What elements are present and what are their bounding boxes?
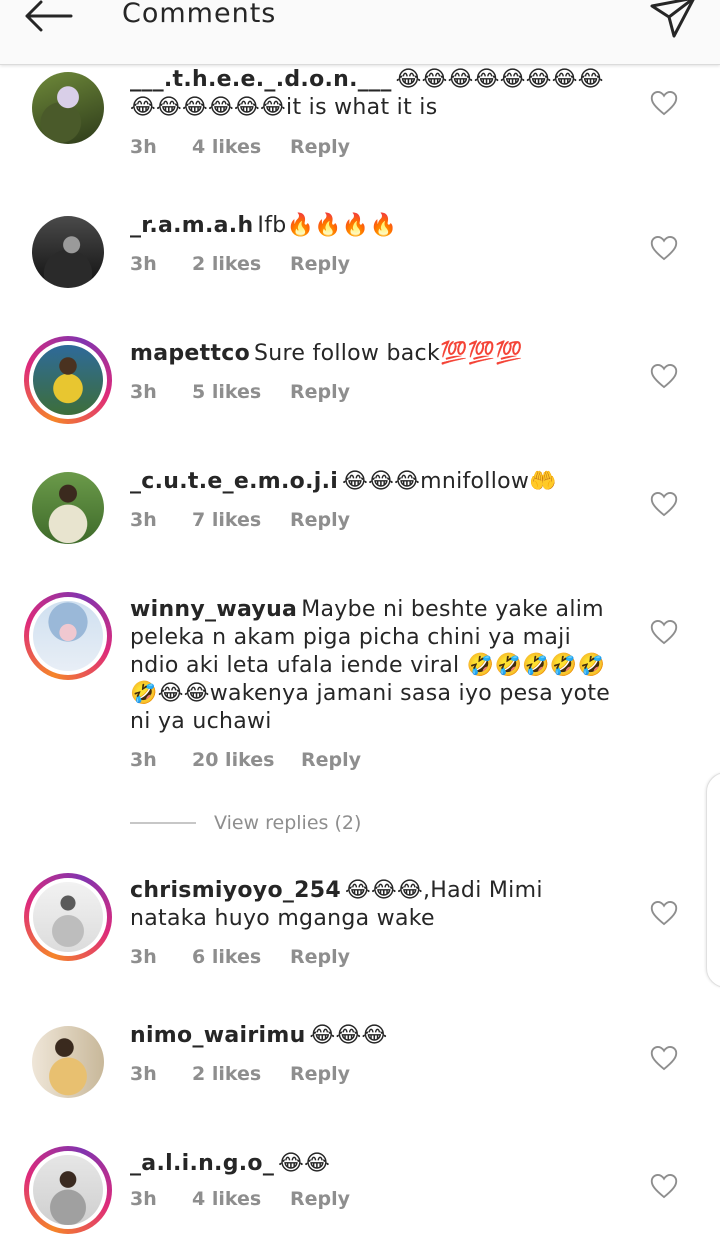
avatar-story-ring[interactable] bbox=[24, 336, 112, 424]
comment-likes[interactable]: 2 likes bbox=[192, 1063, 261, 1085]
comment-text: mapettco Sure follow back💯💯💯 bbox=[130, 340, 620, 368]
comment-likes[interactable]: 4 likes bbox=[192, 1188, 261, 1210]
comment-likes[interactable]: 5 likes bbox=[192, 381, 261, 403]
avatar-image bbox=[32, 472, 104, 544]
comment-text: _a.l.i.n.g.o_ 😂😂 bbox=[130, 1150, 620, 1178]
comment-username[interactable]: ___.t.h.e.e._.d.o.n.___ bbox=[130, 67, 392, 92]
comment-username[interactable]: _a.l.i.n.g.o_ bbox=[130, 1151, 274, 1176]
avatar[interactable] bbox=[32, 472, 104, 544]
send-button[interactable] bbox=[646, 0, 700, 44]
heart-icon[interactable] bbox=[650, 363, 678, 389]
avatar-image bbox=[32, 216, 104, 288]
comment-username[interactable]: _c.u.t.e_e.m.o.j.i bbox=[130, 469, 338, 494]
comment-time: 3h bbox=[130, 253, 157, 275]
back-button[interactable] bbox=[18, 0, 78, 40]
comment-likes[interactable]: 4 likes bbox=[192, 136, 261, 158]
reply-button[interactable]: Reply bbox=[290, 136, 350, 158]
comment-likes[interactable]: 20 likes bbox=[192, 749, 274, 771]
reply-button[interactable]: Reply bbox=[290, 253, 350, 275]
avatar[interactable] bbox=[32, 1026, 104, 1098]
comment-text: _c.u.t.e_e.m.o.j.i 😂😂😂mnifollow🤲 bbox=[130, 468, 620, 496]
avatar-story-ring[interactable] bbox=[24, 873, 112, 961]
avatar-image bbox=[33, 882, 103, 952]
avatar-image bbox=[33, 345, 103, 415]
reply-button[interactable]: Reply bbox=[301, 749, 361, 771]
comment-time: 3h bbox=[130, 749, 157, 771]
avatar-image bbox=[33, 601, 103, 671]
reply-button[interactable]: Reply bbox=[290, 1063, 350, 1085]
avatar-image bbox=[33, 1155, 103, 1225]
heart-icon[interactable] bbox=[650, 1173, 678, 1199]
heart-icon[interactable] bbox=[650, 235, 678, 261]
comment-likes[interactable]: 6 likes bbox=[192, 946, 261, 968]
avatar[interactable] bbox=[32, 216, 104, 288]
heart-icon[interactable] bbox=[650, 90, 678, 116]
reply-button[interactable]: Reply bbox=[290, 1188, 350, 1210]
avatar-story-ring[interactable] bbox=[24, 1146, 112, 1234]
comment-text: winny_wayua Maybe ni beshte yake alim pel… bbox=[130, 596, 620, 736]
comment-time: 3h bbox=[130, 136, 157, 158]
comment-body: Ifb🔥🔥🔥🔥 bbox=[257, 213, 398, 238]
reply-button[interactable]: Reply bbox=[290, 381, 350, 403]
comment-time: 3h bbox=[130, 1188, 157, 1210]
comment-text: nimo_wairimu 😂😂😂 bbox=[130, 1022, 620, 1050]
comment-body: 😂😂😂mnifollow🤲 bbox=[342, 469, 557, 494]
comment-username[interactable]: chrismiyoyo_254 bbox=[130, 878, 341, 903]
comment-text: chrismiyoyo_254 😂😂😂,Hadi Mimi nataka huyo… bbox=[130, 877, 620, 933]
avatar bbox=[29, 878, 107, 956]
divider-line bbox=[130, 822, 196, 824]
avatar-image bbox=[32, 72, 104, 144]
comment-time: 3h bbox=[130, 509, 157, 531]
heart-icon[interactable] bbox=[650, 619, 678, 645]
page-title: Comments bbox=[122, 0, 277, 29]
comment-text: ___.t.h.e.e._.d.o.n.___ 😂😂😂😂😂😂😂😂😂😂😂😂😂😂it … bbox=[130, 66, 620, 122]
avatar[interactable] bbox=[32, 72, 104, 144]
paper-plane-icon bbox=[650, 0, 695, 38]
comment-body: Sure follow back💯💯💯 bbox=[254, 341, 524, 366]
comment-body: 😂😂😂 bbox=[309, 1023, 388, 1048]
heart-icon[interactable] bbox=[650, 900, 678, 926]
comment-username[interactable]: nimo_wairimu bbox=[130, 1023, 306, 1048]
comment-text: _r.a.m.a.h Ifb🔥🔥🔥🔥 bbox=[130, 212, 620, 240]
avatar bbox=[29, 1151, 107, 1229]
reply-button[interactable]: Reply bbox=[290, 946, 350, 968]
comment-username[interactable]: winny_wayua bbox=[130, 597, 297, 622]
avatar bbox=[29, 341, 107, 419]
avatar bbox=[29, 597, 107, 675]
view-replies-label: View replies (2) bbox=[214, 812, 362, 834]
view-replies-button[interactable]: View replies (2) bbox=[130, 812, 430, 836]
comment-time: 3h bbox=[130, 946, 157, 968]
avatar-image bbox=[32, 1026, 104, 1098]
comment-time: 3h bbox=[130, 381, 157, 403]
comment-likes[interactable]: 2 likes bbox=[192, 253, 261, 275]
floating-panel-edge[interactable] bbox=[706, 772, 720, 988]
comment-likes[interactable]: 7 likes bbox=[192, 509, 261, 531]
comment-body: 😂😂 bbox=[278, 1151, 331, 1176]
top-bar: Comments bbox=[0, 0, 720, 65]
heart-icon[interactable] bbox=[650, 491, 678, 517]
comments-list: ___.t.h.e.e._.d.o.n.___ 😂😂😂😂😂😂😂😂😂😂😂😂😂😂it … bbox=[0, 0, 720, 1234]
comment-username[interactable]: mapettco bbox=[130, 341, 250, 366]
comment-time: 3h bbox=[130, 1063, 157, 1085]
comment-username[interactable]: _r.a.m.a.h bbox=[130, 213, 253, 238]
arrow-left-icon bbox=[25, 0, 73, 32]
reply-button[interactable]: Reply bbox=[290, 509, 350, 531]
avatar-story-ring[interactable] bbox=[24, 592, 112, 680]
heart-icon[interactable] bbox=[650, 1045, 678, 1071]
